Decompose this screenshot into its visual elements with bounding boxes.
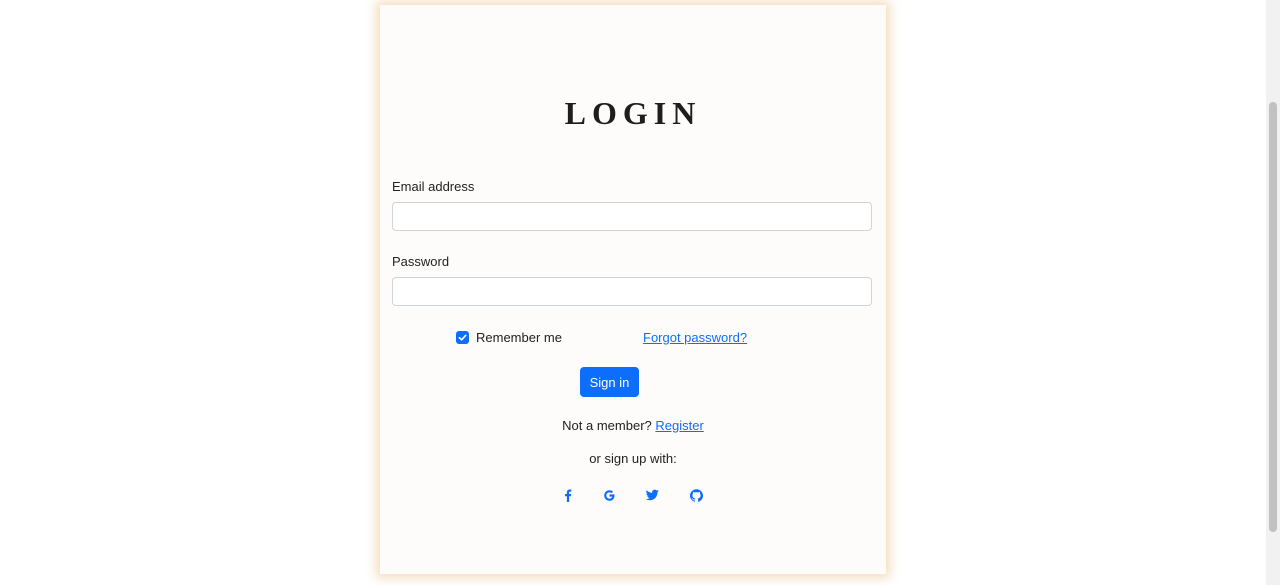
remember-me-checkbox[interactable] (456, 331, 469, 344)
sign-in-button[interactable]: Sign in (580, 367, 639, 397)
scrollbar[interactable] (1266, 0, 1280, 585)
signup-with-text: or sign up with: (589, 451, 677, 466)
page: LOGIN Email address Password Remember me… (0, 0, 1280, 585)
google-icon[interactable] (601, 487, 617, 503)
page-title: LOGIN (564, 95, 702, 131)
scrollbar-thumb[interactable] (1269, 102, 1277, 532)
register-prompt: Not a member? Register (380, 418, 886, 433)
remember-me-label: Remember me (476, 330, 562, 345)
password-field[interactable] (392, 277, 872, 306)
email-field[interactable] (392, 202, 872, 231)
forgot-password-link[interactable]: Forgot password? (643, 329, 747, 346)
register-link[interactable]: Register (655, 418, 703, 433)
remember-me-row: Remember me (456, 329, 562, 346)
github-icon[interactable] (688, 487, 704, 503)
login-card: LOGIN Email address Password Remember me… (380, 5, 886, 574)
password-label: Password (392, 254, 450, 269)
email-label: Email address (392, 179, 475, 194)
twitter-icon[interactable] (644, 487, 660, 503)
checkmark-icon (458, 334, 467, 341)
not-member-text: Not a member? (562, 418, 652, 433)
facebook-icon[interactable] (560, 487, 576, 503)
